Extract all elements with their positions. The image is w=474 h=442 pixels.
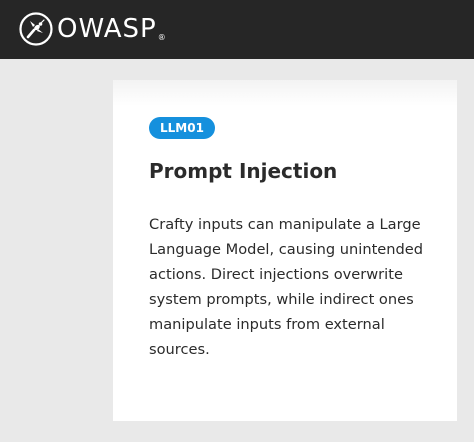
registered-mark: ® [157, 32, 166, 42]
card-top-shade [113, 80, 457, 106]
risk-id-badge: LLM01 [149, 117, 215, 139]
owasp-logo[interactable]: OWASP ® [19, 12, 166, 46]
risk-card: LLM01 Prompt Injection Crafty inputs can… [113, 80, 457, 421]
risk-description: Crafty inputs can manipulate a Large Lan… [149, 216, 424, 358]
risk-title: Prompt Injection [149, 159, 338, 183]
top-navigation-bar: OWASP ® [0, 0, 474, 59]
owasp-wasp-icon [19, 12, 53, 46]
logo-wordmark: OWASP [57, 14, 157, 44]
